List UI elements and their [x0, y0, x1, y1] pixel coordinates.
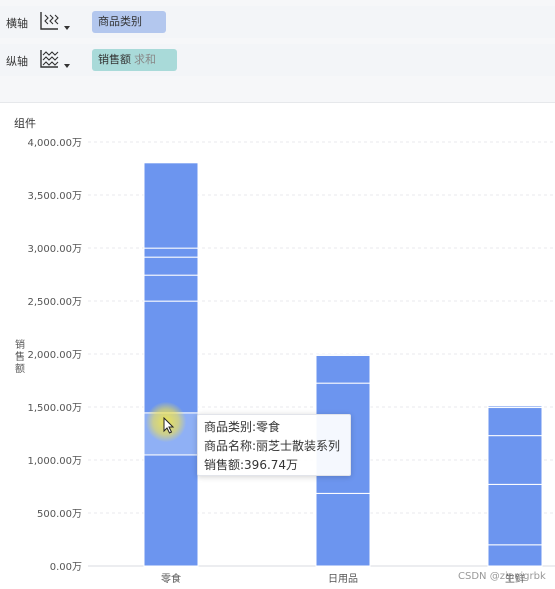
bar-segment: [315, 492, 371, 567]
y-tick-label: 500.00万: [37, 509, 82, 520]
tooltip-category: 商品类别:零食: [204, 420, 281, 434]
y-axis-title-char: 额: [15, 362, 25, 375]
bar-segment: [487, 435, 543, 485]
y-tick-label: 0.00万: [50, 562, 82, 573]
y-tick-label: 1,500.00万: [27, 403, 82, 414]
pointer-cursor-icon: [163, 417, 175, 434]
y-tick-label: 3,500.00万: [27, 191, 82, 202]
bar-segment: [143, 162, 199, 249]
bar-segment: [143, 247, 199, 258]
y-axis-title-char: 售: [15, 350, 25, 363]
y-tick-label: 2,000.00万: [27, 350, 82, 361]
watermark: CSDN @zipuigrbk: [458, 571, 546, 582]
tooltip-product: 商品名称:丽芝士散装系列: [204, 439, 341, 453]
bar-segment: [487, 405, 543, 409]
y-tick-label: 1,000.00万: [27, 456, 82, 467]
bar-segment: [487, 544, 543, 567]
bar-segment: [487, 483, 543, 546]
bar-chart: 0.00万 500.00万 1,000.00万 1,500.00万 2,000.00万 2…: [15, 138, 555, 585]
tooltip-sales: 销售额:396.74万: [204, 458, 299, 472]
y-tick-label: 3,000.00万: [27, 244, 82, 255]
chart-editor: 横轴 商品类别 纵轴 销售额 求和 组件 0.00万 500.00万 1,000.00…: [0, 0, 555, 589]
x-tick-label: 零食: [161, 572, 181, 585]
chart-tooltip: 商品类别:零食 商品名称:丽芝士散装系列 销售额:396.74万: [197, 414, 351, 476]
bar-segment: [315, 353, 371, 356]
x-tick-label: 日用品: [328, 573, 358, 585]
bar-segment: [143, 300, 199, 414]
bar-segment: [487, 407, 543, 437]
bar-segment: [143, 256, 199, 276]
y-axis-title-char: 销: [15, 338, 25, 351]
bar-segment: [315, 354, 371, 384]
y-tick-label: 4,000.00万: [27, 138, 82, 149]
bar-segment: [143, 274, 199, 302]
y-tick-label: 2,500.00万: [27, 297, 82, 308]
bar-segment: [143, 454, 199, 567]
